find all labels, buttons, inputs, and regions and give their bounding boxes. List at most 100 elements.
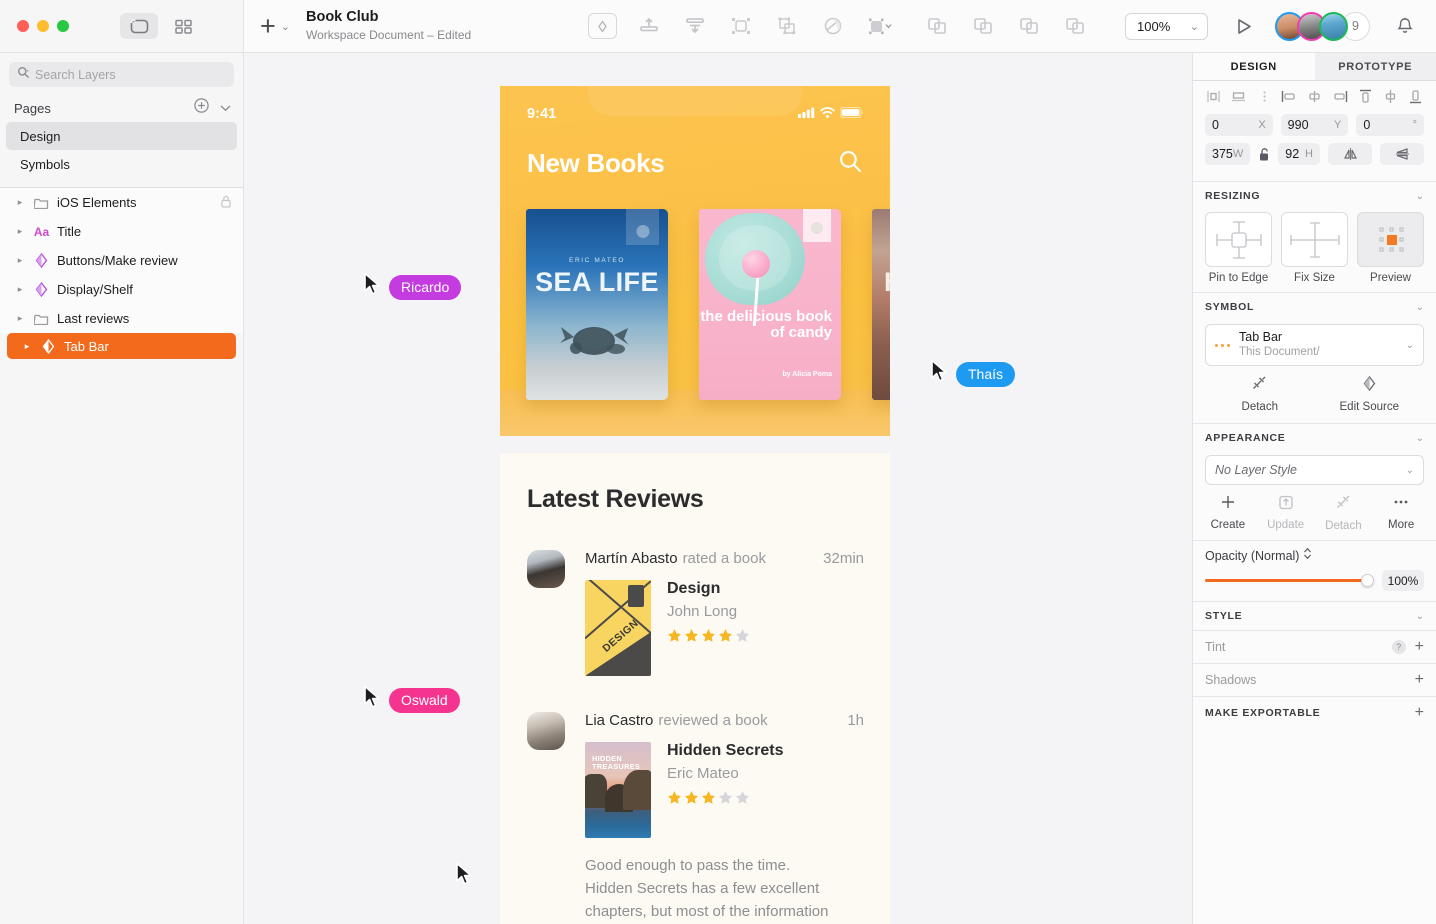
book-cover-design[interactable]: DESIGN: [585, 580, 651, 676]
opacity-slider[interactable]: [1205, 574, 1374, 588]
style-section-header[interactable]: STYLE ⌄: [1193, 601, 1436, 630]
component-icon[interactable]: [773, 12, 801, 40]
resizing-option-pin-to-edge[interactable]: Pin to Edge: [1205, 212, 1272, 284]
insert-button[interactable]: +: [260, 12, 276, 40]
canvas[interactable]: 9:41 New Books ERIC MATEO SEA LIFE the d…: [244, 53, 1192, 924]
boolean-intersect-icon[interactable]: [1015, 12, 1043, 40]
zoom-button[interactable]: [57, 20, 69, 32]
appearance-section-header[interactable]: APPEARANCE ⌄: [1193, 423, 1436, 452]
boolean-difference-icon[interactable]: [1061, 12, 1089, 40]
resizing-section-header[interactable]: RESIZING ⌄: [1193, 181, 1436, 210]
boolean-union-icon[interactable]: [923, 12, 951, 40]
x-field[interactable]: 0 X: [1205, 114, 1273, 136]
symbol-section-header[interactable]: SYMBOL ⌄: [1193, 292, 1436, 321]
resizing-option-fix-size[interactable]: Fix Size: [1281, 212, 1348, 284]
chevron-down-icon[interactable]: ⌄: [281, 20, 290, 33]
chevron-right-icon[interactable]: ▸: [21, 341, 33, 352]
page-item-design[interactable]: Design: [6, 122, 237, 150]
opacity-value[interactable]: 100%: [1382, 570, 1424, 591]
book-cover-candy[interactable]: the delicious book of candy by Alicia Po…: [699, 209, 841, 400]
mask-icon[interactable]: [819, 12, 847, 40]
chevron-right-icon[interactable]: ▸: [14, 197, 26, 208]
group-icon[interactable]: [727, 12, 755, 40]
chevron-right-icon[interactable]: ▸: [14, 226, 26, 237]
rotation-field[interactable]: 0 °: [1356, 114, 1425, 136]
align-top-icon[interactable]: [1357, 88, 1374, 105]
flip-vertical-icon[interactable]: [1380, 143, 1424, 165]
more-style-button[interactable]: More: [1372, 494, 1430, 532]
plus-circle-icon[interactable]: [194, 98, 209, 118]
resizing-option-preview[interactable]: Preview: [1357, 212, 1424, 284]
detach-symbol-button[interactable]: Detach: [1205, 375, 1315, 413]
distribute-center-icon[interactable]: [1306, 88, 1323, 105]
chevron-down-icon[interactable]: ⌄: [1416, 433, 1424, 444]
lock-icon[interactable]: [221, 195, 231, 211]
align-center-horizontal-icon[interactable]: [1230, 88, 1247, 105]
chevron-down-icon[interactable]: ⌄: [1416, 191, 1424, 202]
book-cover-third[interactable]: HI: [872, 209, 890, 400]
search-input[interactable]: Search Layers: [9, 62, 234, 87]
tab-prototype[interactable]: PROTOTYPE: [1314, 53, 1436, 80]
flip-horizontal-icon[interactable]: [1328, 143, 1372, 165]
chevron-down-icon[interactable]: [220, 99, 231, 117]
slider-handle[interactable]: [1361, 574, 1374, 587]
layer-row[interactable]: ▸ iOS Elements: [0, 188, 243, 217]
distribute-right-icon[interactable]: [1331, 88, 1348, 105]
y-field[interactable]: 990 Y: [1280, 114, 1349, 136]
chevron-down-icon[interactable]: ⌄: [1406, 340, 1414, 351]
boolean-subtract-icon[interactable]: [969, 12, 997, 40]
edit-source-button[interactable]: Edit Source: [1315, 375, 1425, 413]
height-field[interactable]: 92 H: [1278, 143, 1320, 165]
align-more-icon[interactable]: [1256, 88, 1273, 105]
add-shadow-button[interactable]: +: [1415, 672, 1424, 688]
add-tint-button[interactable]: +: [1415, 639, 1424, 655]
layer-row[interactable]: ▸ Aa Title: [0, 217, 243, 246]
unlocked-icon[interactable]: [1258, 147, 1270, 161]
review-item[interactable]: Lia Castro reviewed a book 1h HIDDEN TREA…: [500, 676, 890, 924]
width-field[interactable]: 375 W: [1205, 143, 1251, 165]
blend-mode-stepper-icon[interactable]: [1303, 547, 1312, 565]
distribute-left-icon[interactable]: [1281, 88, 1298, 105]
minimize-button[interactable]: [37, 20, 49, 32]
align-bottom-icon[interactable]: [1407, 88, 1424, 105]
search-icon[interactable]: [839, 150, 862, 178]
grid-view-icon[interactable]: [164, 13, 202, 39]
align-left-icon[interactable]: [1205, 88, 1222, 105]
scale-icon[interactable]: [865, 12, 893, 40]
help-icon[interactable]: ?: [1391, 640, 1406, 654]
layer-row[interactable]: ▸ Buttons/Make review: [0, 246, 243, 275]
detach-style-button[interactable]: Detach: [1315, 494, 1373, 532]
chevron-right-icon[interactable]: ▸: [14, 284, 26, 295]
symbol-select[interactable]: Tab Bar This Document/ ⌄: [1205, 324, 1424, 366]
union-icon[interactable]: [635, 12, 663, 40]
layer-style-select[interactable]: No Layer Style ⌄: [1205, 455, 1424, 485]
book-cover-hidden-secrets[interactable]: HIDDEN TREASURES: [585, 742, 651, 838]
insert-menu[interactable]: + ⌄: [260, 12, 290, 40]
page-item-symbols[interactable]: Symbols: [6, 150, 237, 178]
tab-design[interactable]: DESIGN: [1193, 53, 1315, 80]
chevron-down-icon[interactable]: ⌄: [1416, 302, 1424, 313]
subtract-icon[interactable]: [681, 12, 709, 40]
chevron-right-icon[interactable]: ▸: [14, 313, 26, 324]
chevron-down-icon[interactable]: ⌄: [1416, 611, 1424, 622]
layer-row[interactable]: ▸ Tab Bar: [7, 333, 236, 359]
add-export-button[interactable]: +: [1415, 705, 1424, 721]
create-symbol-icon[interactable]: [588, 13, 617, 39]
layer-row[interactable]: ▸ Last reviews: [0, 304, 243, 333]
collaborators[interactable]: 9: [1275, 11, 1370, 41]
book-cover-sea-life[interactable]: ERIC MATEO SEA LIFE: [526, 209, 668, 400]
review-item[interactable]: Martín Abasto rated a book 32min DESIGN: [500, 514, 890, 676]
align-middle-icon[interactable]: [1382, 88, 1399, 105]
close-button[interactable]: [17, 20, 29, 32]
bell-icon[interactable]: [1392, 13, 1418, 39]
update-style-button[interactable]: Update: [1257, 494, 1315, 532]
create-style-button[interactable]: Create: [1199, 494, 1257, 532]
zoom-select[interactable]: 100% ⌄: [1125, 12, 1208, 40]
preview-button[interactable]: [1231, 13, 1257, 39]
chevron-down-icon[interactable]: ⌄: [1406, 465, 1414, 476]
artboard-activity-feed[interactable]: 9:41 New Books ERIC MATEO SEA LIFE the d…: [500, 86, 890, 924]
layer-row[interactable]: ▸ Display/Shelf: [0, 275, 243, 304]
avatar[interactable]: [1319, 11, 1348, 41]
window-controls[interactable]: [17, 20, 69, 32]
chevron-right-icon[interactable]: ▸: [14, 255, 26, 266]
